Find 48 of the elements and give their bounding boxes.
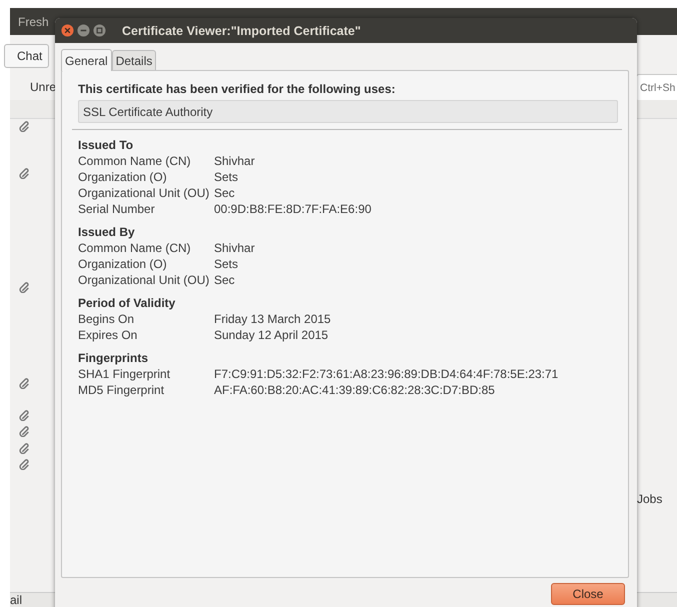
field-value: Sunday 12 April 2015 [214, 327, 328, 343]
paperclip-icon [19, 168, 30, 179]
field-value: Sec [214, 272, 235, 288]
field-value: Shivhar [214, 240, 255, 256]
field-label: Expires On [78, 327, 138, 343]
paperclip-icon [19, 121, 30, 132]
tab[interactable]: General [61, 49, 112, 71]
side-label: Jobs [637, 492, 662, 506]
close-icon[interactable] [61, 24, 74, 37]
field-label: MD5 Fingerprint [78, 382, 166, 398]
field-value: Sets [214, 256, 238, 272]
field-value: AF:FA:60:B8:20:AC:41:39:89:C6:82:28:3C:D7:BD:85 [214, 382, 495, 398]
dialog-title: Certificate Viewer:"Imported Certificate" [122, 24, 361, 38]
field-value: Sets [214, 169, 238, 185]
field-label: SHA1 Fingerprint [78, 366, 172, 382]
section-heading: Fingerprints [78, 350, 150, 366]
field-value: F7:C9:91:D5:32:F2:73:61:A8:23:96:89:DB:D4:64:4F:78:5E:23:71 [214, 366, 558, 382]
paperclip-icon [19, 443, 30, 454]
section-heading: Period of Validity [78, 295, 176, 311]
field-label: Organizational Unit (OU) [78, 185, 210, 201]
field-value: 00:9D:B8:FE:8D:7F:FA:E6:90 [214, 201, 372, 217]
field-label: Common Name (CN) [78, 240, 192, 256]
maximize-icon[interactable] [93, 24, 106, 37]
field-value: Shivhar [214, 153, 255, 169]
section-heading: Issued To [78, 137, 134, 153]
paperclip-icon [19, 459, 30, 470]
field-value: Friday 13 March 2015 [214, 311, 331, 327]
field-label: Common Name (CN) [78, 153, 192, 169]
section-heading: This certificate has been verified for the following uses: [78, 82, 396, 96]
field-label: Serial Number [78, 201, 156, 217]
usage-field: SSL Certificate Authority [78, 100, 618, 123]
field-label: Organizational Unit (OU) [78, 272, 210, 288]
close-button[interactable]: Close [551, 583, 625, 605]
paperclip-icon [19, 410, 30, 421]
search-field[interactable]: Ctrl+Sh [636, 74, 677, 102]
tab[interactable]: Details [112, 50, 156, 70]
field-label: Begins On [78, 311, 136, 327]
paperclip-icon [19, 378, 30, 389]
field-value: Sec [214, 185, 235, 201]
field-label: Organization (O) [78, 169, 168, 185]
chat-button[interactable]: Chat [4, 44, 50, 68]
paperclip-icon [19, 282, 30, 293]
field-label: Organization (O) [78, 256, 168, 272]
window-title: Fresh [18, 14, 49, 28]
paperclip-icon [19, 426, 30, 437]
filter-label: Unre [30, 80, 56, 94]
minimize-icon[interactable] [77, 24, 90, 37]
section-heading: Issued By [78, 224, 136, 240]
